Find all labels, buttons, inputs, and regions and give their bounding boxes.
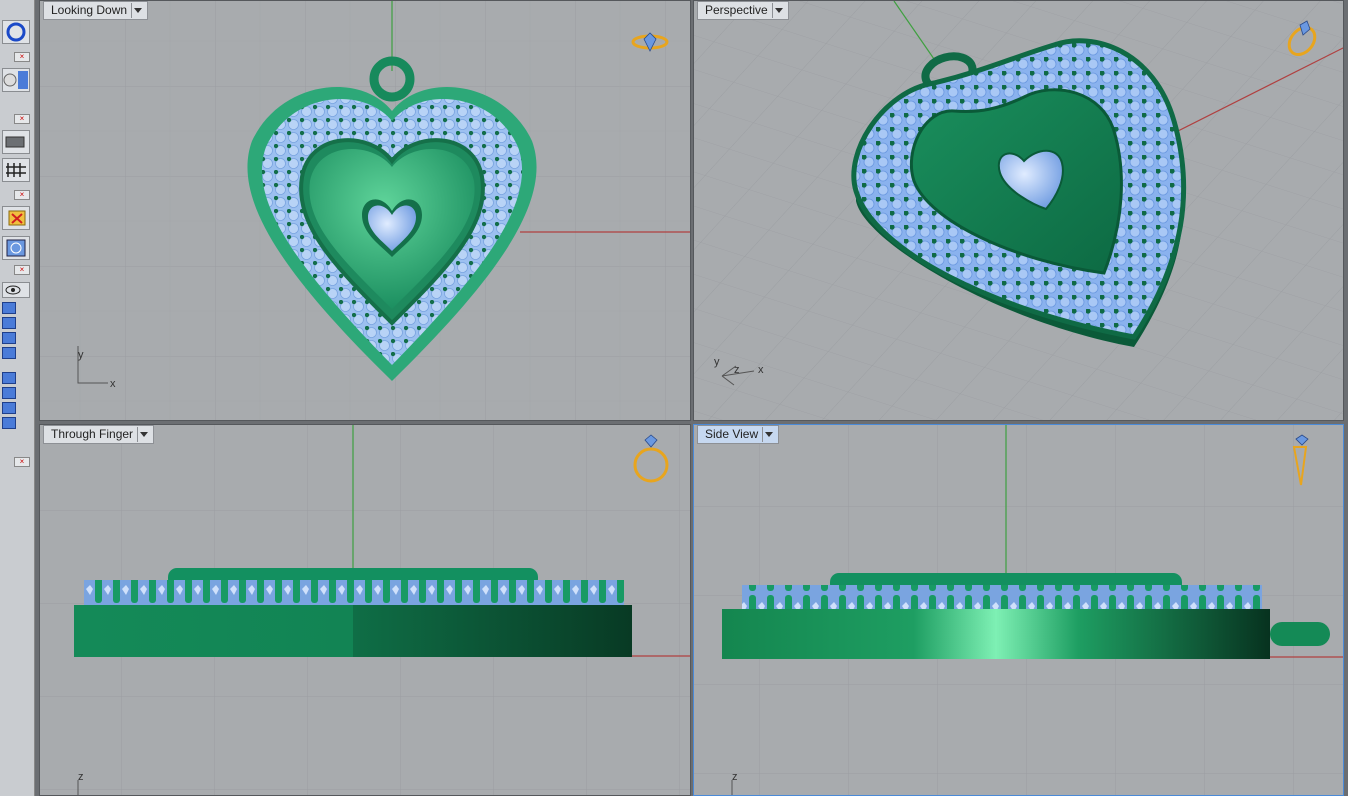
panel-close-icon-2[interactable]: × [14,114,30,124]
axis-label-x: x [758,364,764,376]
viewport-canvas-top[interactable] [40,1,691,421]
delete-icon[interactable] [2,206,30,230]
layer-toggle-1[interactable] [2,302,16,314]
prong-row-side [742,585,1262,613]
viewport-title-text: Through Finger [51,427,134,441]
viewport-perspective[interactable]: Perspective y z x [693,0,1344,421]
viewport-looking-down[interactable]: Looking Down y x [39,0,691,421]
viewport-title-side-view[interactable]: Side View [697,425,780,444]
chevron-down-icon[interactable] [771,3,784,18]
panel-close-icon-3[interactable]: × [14,190,30,200]
layer-toggle-7[interactable] [2,402,16,414]
pendant-bail-side [1270,622,1330,646]
chevron-down-icon[interactable] [137,427,149,442]
chevron-down-icon[interactable] [131,3,143,18]
layer-toggle-4[interactable] [2,347,16,359]
axis-label-x: x [110,378,116,390]
viewport-title-perspective[interactable]: Perspective [697,1,789,20]
layer-toggle-6[interactable] [2,387,16,399]
panel-close-icon-4[interactable]: × [14,265,30,275]
viewport-title-text: Perspective [705,3,768,17]
panel-close-icon-5[interactable]: × [14,457,30,467]
viewport-canvas-side[interactable] [694,425,1344,796]
visibility-icon[interactable] [2,282,30,298]
left-toolbar: × × × × × [0,0,35,796]
viewport-title-text: Looking Down [51,3,128,17]
axis-label-y: y [78,349,84,361]
render-icon[interactable] [2,236,30,260]
axis-label-z: z [734,364,740,376]
layer-toggle-5[interactable] [2,372,16,384]
material-ball-icon[interactable] [2,68,30,92]
layer-icon[interactable] [2,130,30,154]
layer-toggle-2[interactable] [2,317,16,329]
grid-icon[interactable] [2,158,30,182]
viewport-canvas-perspective[interactable] [694,1,1344,421]
viewport-title-looking-down[interactable]: Looking Down [43,1,149,20]
pendant-base-profile [74,605,632,657]
axis-label-z: z [732,771,738,783]
layer-toggle-8[interactable] [2,417,16,429]
viewport-side-view[interactable]: Side View z [693,424,1344,796]
layer-toggle-3[interactable] [2,332,16,344]
axis-label-y: y [714,356,720,368]
viewport-title-text: Side View [705,427,759,441]
pendant-base-side [722,609,1270,659]
circle-tool-icon[interactable] [2,20,30,44]
viewport-through-finger[interactable]: Through Finger z [39,424,691,796]
panel-close-icon[interactable]: × [14,52,30,62]
viewport-canvas-front[interactable] [40,425,691,796]
axis-label-z: z [78,771,84,783]
viewport-title-through-finger[interactable]: Through Finger [43,425,155,444]
chevron-down-icon[interactable] [762,427,774,442]
